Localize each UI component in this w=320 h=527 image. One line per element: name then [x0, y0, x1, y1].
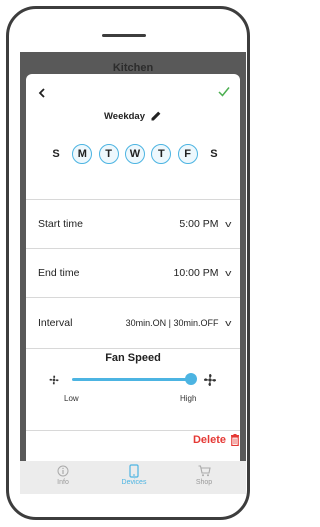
day-toggle-sunday[interactable]: S — [46, 144, 66, 164]
start-time-row[interactable]: Start time 5:00 PM v — [26, 200, 240, 248]
day-selector: S M T W T F S — [26, 144, 240, 164]
start-time-label: Start time — [38, 218, 83, 230]
interval-row[interactable]: Interval 30min.ON | 30min.OFF v — [26, 298, 240, 348]
end-time-label: End time — [38, 267, 80, 279]
schedule-sheet: Weekday S M T W T F S Start time 5:00 PM… — [26, 74, 240, 463]
interval-label: Interval — [38, 317, 73, 329]
fan-high-icon — [203, 373, 217, 387]
chevron-down-icon: v — [224, 219, 231, 229]
phone-device-icon — [129, 464, 139, 478]
delete-label: Delete — [192, 434, 226, 446]
interval-value: 30min.ON | 30min.OFF — [125, 318, 219, 328]
day-toggle-tuesday[interactable]: T — [98, 144, 119, 164]
delete-button[interactable]: Delete — [193, 434, 240, 446]
tab-info-label: Info — [57, 479, 69, 486]
tab-devices-label: Devices — [121, 479, 147, 486]
app-screen: Kitchen Weekday S M T W T F S Start time — [20, 52, 246, 494]
divider — [26, 430, 240, 431]
fan-speed-title: Fan Speed — [105, 352, 161, 364]
bottom-tab-bar: Info Devices Shop — [20, 461, 246, 494]
confirm-button[interactable] — [218, 84, 232, 98]
phone-speaker — [102, 34, 146, 37]
tab-devices[interactable]: Devices — [104, 463, 164, 486]
back-chevron-icon — [38, 88, 45, 98]
chevron-down-icon: v — [224, 318, 231, 328]
day-toggle-thursday[interactable]: T — [151, 144, 172, 164]
tab-shop-label: Shop — [195, 479, 213, 486]
day-toggle-monday[interactable]: M — [72, 144, 93, 164]
back-button[interactable] — [38, 85, 50, 99]
background-room-title: Kitchen — [112, 62, 154, 74]
fan-speed-track[interactable] — [72, 378, 192, 381]
day-toggle-saturday[interactable]: S — [204, 144, 224, 164]
checkmark-icon — [218, 87, 230, 97]
edit-pencil-icon — [151, 111, 161, 121]
tab-info[interactable]: Info — [33, 463, 93, 486]
fan-speed-max-label: High — [180, 394, 197, 403]
chevron-down-icon: v — [224, 268, 231, 278]
schedule-name: Weekday — [103, 110, 145, 122]
fan-speed-slider-thumb[interactable] — [185, 373, 197, 385]
trash-icon — [231, 434, 239, 446]
end-time-row[interactable]: End time 10:00 PM v — [26, 249, 240, 297]
shopping-cart-icon — [198, 465, 211, 477]
day-toggle-friday[interactable]: F — [177, 144, 198, 164]
fan-speed-min-label: Low — [64, 394, 79, 403]
schedule-title[interactable]: Weekday — [26, 110, 240, 122]
divider — [26, 348, 240, 349]
tab-shop[interactable]: Shop — [174, 463, 234, 486]
info-icon — [57, 465, 69, 477]
day-toggle-wednesday[interactable]: W — [124, 144, 145, 164]
end-time-value: 10:00 PM — [173, 267, 219, 279]
fan-low-icon — [49, 375, 59, 385]
start-time-value: 5:00 PM — [179, 218, 219, 230]
